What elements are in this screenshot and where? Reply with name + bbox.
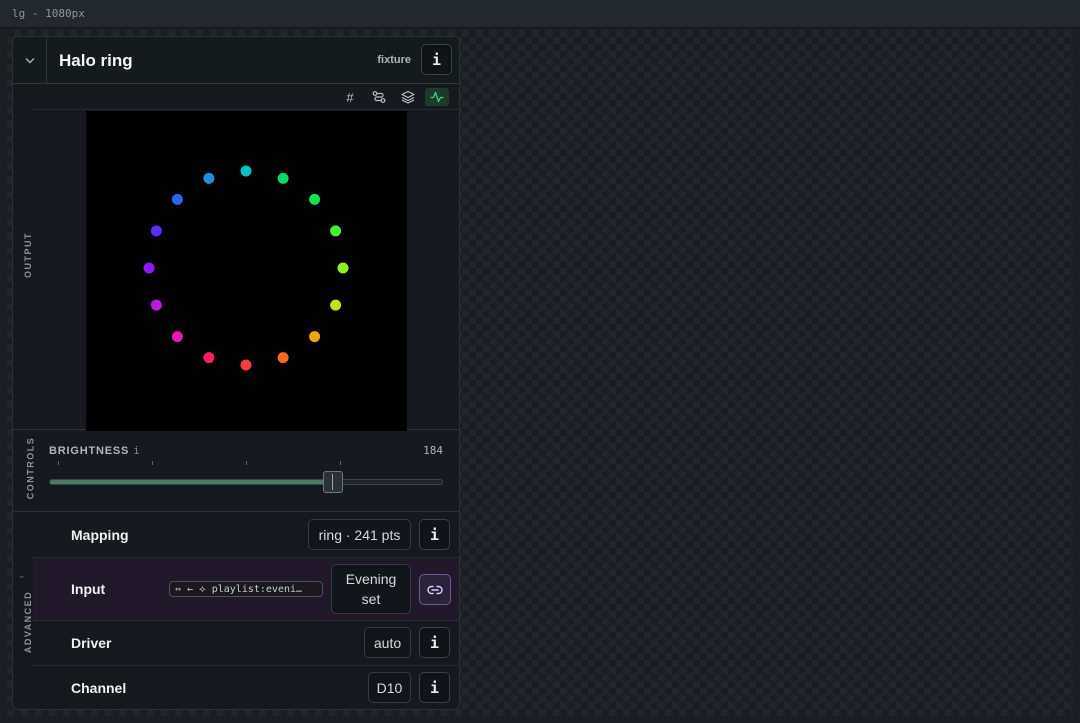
channel-info-button[interactable]: i	[419, 672, 450, 703]
driver-info-button[interactable]: i	[419, 627, 450, 658]
brightness-label-text: BRIGHTNESS	[49, 445, 130, 457]
brightness-slider-track[interactable]	[49, 479, 443, 485]
fixture-panel: Halo ring fixture i OUTPUT # CONTROLS BR…	[12, 36, 460, 710]
output-toolbar: #	[33, 84, 459, 110]
activity-icon	[430, 91, 444, 103]
driver-value[interactable]: auto	[364, 627, 411, 658]
row-input-label: Input	[71, 581, 106, 597]
input-value-line2: set	[361, 591, 381, 607]
led-dot	[309, 331, 321, 343]
route-tool[interactable]	[367, 88, 391, 106]
mapping-info-button[interactable]: i	[419, 519, 450, 550]
brightness-slider-fill	[50, 480, 334, 484]
collapse-button[interactable]	[13, 37, 47, 83]
led-dot	[150, 299, 162, 311]
fixture-tag: fixture	[377, 54, 411, 66]
row-mapping: Mapping ring · 241 pts i	[33, 513, 459, 558]
grid-hash-tool[interactable]: #	[338, 88, 362, 106]
led-dot	[240, 359, 252, 371]
layers-icon	[401, 90, 415, 104]
advanced-section-label: ADVANCED	[23, 590, 34, 654]
input-value[interactable]: Evening set	[331, 564, 411, 614]
led-dot	[203, 352, 215, 364]
output-preview-canvas[interactable]	[86, 111, 407, 431]
slider-tick	[58, 461, 59, 465]
window-title: lg - 1080px	[12, 7, 85, 20]
channel-value[interactable]: D10	[368, 672, 411, 703]
led-dot	[150, 225, 162, 237]
led-dot	[330, 299, 342, 311]
panel-title: Halo ring	[59, 51, 133, 70]
row-driver-label: Driver	[71, 635, 112, 651]
led-ring	[143, 165, 349, 371]
row-input: Input ⇔ ← ⟡ playlist:eveni… Evening set	[33, 558, 459, 621]
led-dot	[277, 172, 289, 184]
input-source-pill[interactable]: ⇔ ← ⟡ playlist:eveni…	[169, 581, 323, 597]
advanced-section: ⌄ ADVANCED Mapping ring · 241 pts i Inpu…	[13, 513, 459, 709]
slider-tick	[340, 461, 341, 465]
led-dot	[309, 193, 321, 205]
advanced-chevron-icon[interactable]: ⌄	[18, 570, 26, 581]
row-channel-label: Channel	[71, 680, 127, 696]
grid-hash-icon: #	[346, 89, 354, 105]
led-dot	[171, 331, 183, 343]
activity-tool[interactable]	[425, 88, 449, 106]
route-icon	[372, 91, 386, 103]
output-section-label: OUTPUT	[23, 232, 33, 278]
row-channel: Channel D10 i	[33, 666, 459, 709]
slider-tick	[246, 461, 247, 465]
window-titlebar: lg - 1080px	[0, 0, 1080, 28]
led-dot	[240, 165, 252, 177]
link-icon	[427, 585, 443, 594]
led-dot	[171, 193, 183, 205]
mapping-value[interactable]: ring · 241 pts	[308, 519, 411, 550]
input-value-line1: Evening	[345, 571, 397, 587]
controls-section: CONTROLS BRIGHTNESS i 184	[13, 431, 459, 512]
led-dot	[330, 225, 342, 237]
chevron-down-icon	[25, 57, 34, 63]
panel-info-button[interactable]: i	[421, 44, 452, 75]
brightness-value: 184	[423, 444, 443, 457]
led-dot	[203, 172, 215, 184]
led-dot	[277, 352, 289, 364]
brightness-label: BRIGHTNESS i	[49, 444, 140, 457]
input-source-text: ⇔ ← ⟡ playlist:eveni…	[175, 583, 303, 595]
input-link-button[interactable]	[419, 574, 451, 605]
controls-section-label: CONTROLS	[25, 436, 36, 500]
layers-tool[interactable]	[396, 88, 420, 106]
row-driver: Driver auto i	[33, 621, 459, 666]
led-dot	[337, 262, 349, 274]
panel-header: Halo ring fixture i	[13, 37, 459, 84]
brightness-slider-thumb[interactable]	[323, 471, 343, 493]
led-dot	[143, 262, 155, 274]
output-section: OUTPUT #	[13, 84, 459, 431]
row-mapping-label: Mapping	[71, 527, 129, 543]
brightness-info-icon[interactable]: i	[133, 444, 140, 457]
slider-tick	[152, 461, 153, 465]
